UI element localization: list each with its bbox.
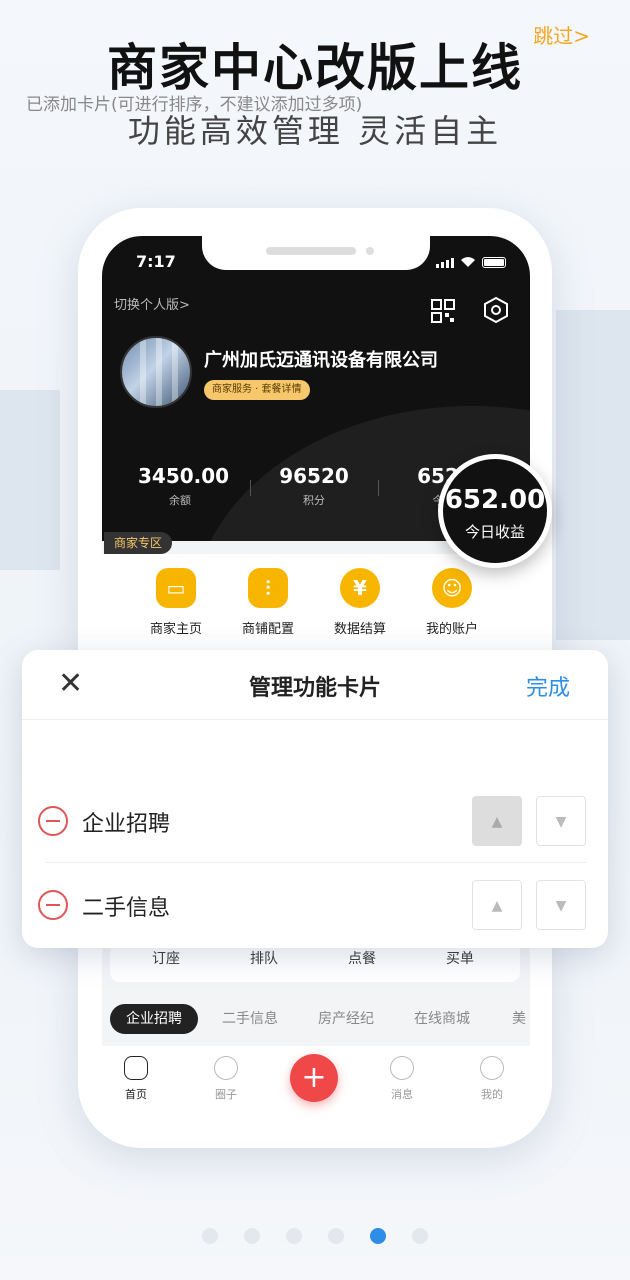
service-queue[interactable]: 排队 [250,948,278,968]
category-tabs: 企业招聘 二手信息 房产经纪 在线商城 美 [102,996,530,1042]
card-row: 企业招聘 ▲ ▼ [24,778,586,862]
tab-label: 首页 [125,1088,147,1101]
quick-item-account[interactable]: ☺ 我的账户 [412,568,492,637]
tab-label: 消息 [391,1088,413,1101]
smiley-icon: ☺ [432,568,472,608]
wifi-icon [461,257,475,267]
quick-item-label: 数据结算 [333,622,386,637]
move-down-button[interactable]: ▼ [536,796,586,846]
tab-label: 我的 [481,1088,503,1101]
status-icons [436,256,506,268]
yen-icon: ¥ [340,568,380,608]
move-up-button[interactable]: ▲ [472,880,522,930]
card-name: 企业招聘 [82,812,171,837]
tab-label: 圈子 [215,1088,237,1101]
bottom-tabbar: 首页 圈子 + 消息 我的 [102,1046,530,1126]
storefront-icon: ▭ [156,568,196,608]
stat-value: 3450.00 [138,464,230,488]
settings-gear-icon[interactable] [482,296,510,324]
modal-header: ✕ 管理功能卡片 完成 [22,650,608,720]
stat-value: 96520 [279,464,349,488]
remove-icon[interactable] [38,806,68,836]
phone-notch [202,236,430,270]
switch-version-link[interactable]: 切换个人版> [114,294,190,313]
service-booking[interactable]: 订座 [152,948,180,968]
circle-icon [214,1056,238,1080]
card-row: 二手信息 ▲ ▼ [24,862,586,946]
card-name: 二手信息 [82,896,171,921]
move-up-button[interactable]: ▲ [472,796,522,846]
category-tab-secondhand[interactable]: 二手信息 [222,1008,278,1028]
tab-profile[interactable]: 我的 [462,1056,522,1102]
tab-home[interactable]: 首页 [106,1056,166,1102]
stat-points[interactable]: 96520 积分 [272,464,356,508]
profile-icon [480,1056,504,1080]
modal-hint: 已添加卡片(可进行排序，不建议添加过多项) [26,95,363,115]
qr-code-icon[interactable] [430,298,456,324]
stat-divider [250,480,251,496]
stat-balance[interactable]: 3450.00 余额 [138,464,230,508]
page-dot[interactable] [412,1228,428,1244]
battery-icon [482,257,506,268]
category-tab-more[interactable]: 美 [512,1008,526,1028]
company-avatar[interactable] [120,336,192,408]
home-icon [124,1056,148,1080]
quick-item-label: 我的账户 [425,622,478,637]
page-dot[interactable] [328,1228,344,1244]
category-tab-realestate[interactable]: 房产经纪 [318,1008,374,1028]
city-silhouette-left [0,390,60,570]
category-tab-jobs[interactable]: 企业招聘 [110,1004,198,1034]
move-down-button[interactable]: ▼ [536,880,586,930]
service-order[interactable]: 点餐 [348,948,376,968]
stat-divider [378,480,379,496]
merchant-quick-actions: ▭ 商家主页 ⫶ 商铺配置 ¥ 数据结算 ☺ 我的账户 [102,554,530,654]
stat-label: 余额 [169,494,191,507]
earnings-bubble[interactable]: 652.00 今日收益 [438,454,552,568]
quick-item-label: 商铺配置 [241,622,294,637]
merchant-zone-tag: 商家专区 [104,532,173,554]
quick-item-label: 商家主页 [149,622,202,637]
service-pay[interactable]: 买单 [446,948,474,968]
tab-circle[interactable]: 圈子 [196,1056,256,1102]
city-silhouette-right [556,310,630,640]
modal-title: 管理功能卡片 [248,676,381,701]
company-name: 广州加氏迈通讯设备有限公司 [204,350,438,371]
quick-item-settlement[interactable]: ¥ 数据结算 [320,568,400,637]
stat-label: 积分 [303,494,325,507]
remove-icon[interactable] [38,890,68,920]
signal-icon [436,258,454,268]
page-dot-active[interactable] [370,1228,386,1244]
category-tab-mall[interactable]: 在线商城 [414,1008,470,1028]
pagination-dots [0,1228,630,1248]
page-dot[interactable] [202,1228,218,1244]
message-icon [390,1056,414,1080]
add-button[interactable]: + [290,1054,338,1102]
earnings-label: 今日收益 [464,523,525,541]
tab-messages[interactable]: 消息 [372,1056,432,1102]
quick-item-config[interactable]: ⫶ 商铺配置 [228,568,308,637]
quick-item-home[interactable]: ▭ 商家主页 [136,568,216,637]
earnings-value: 652.00 [444,485,546,515]
service-tag[interactable]: 商家服务 · 套餐详情 [204,380,310,400]
page-dot[interactable] [244,1228,260,1244]
done-button[interactable]: 完成 [526,670,570,702]
sliders-icon: ⫶ [248,568,288,608]
status-time: 7:17 [136,252,176,271]
page-dot[interactable] [286,1228,302,1244]
